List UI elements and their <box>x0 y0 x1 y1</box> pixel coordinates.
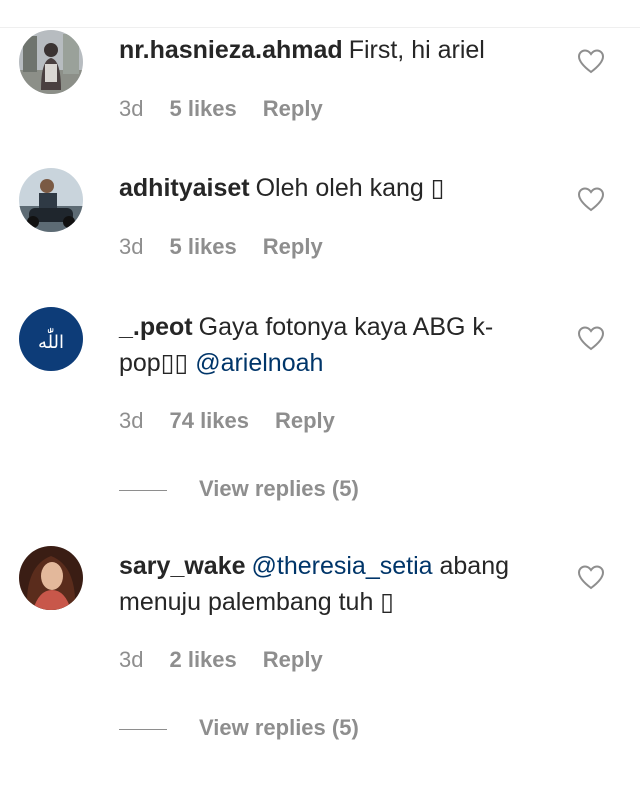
comment-mention[interactable]: @arielnoah <box>195 349 323 377</box>
reply-button[interactable]: Reply <box>263 96 323 121</box>
view-replies-line <box>119 489 167 491</box>
reply-button[interactable]: Reply <box>263 647 323 672</box>
comment-meta: 3d 2 likes Reply <box>119 647 349 673</box>
comment-time[interactable]: 3d <box>119 96 143 121</box>
heart-outline-icon[interactable] <box>577 564 605 590</box>
comment-username[interactable]: sary_wake <box>119 552 246 580</box>
comment-time[interactable]: 3d <box>119 234 143 259</box>
view-replies-line <box>119 728 167 730</box>
comment-time[interactable]: 3d <box>119 647 143 672</box>
comment-username[interactable]: nr.hasnieza.ahmad <box>119 36 343 64</box>
heart-outline-icon[interactable] <box>577 325 605 351</box>
comment-meta: 3d 5 likes Reply <box>119 234 349 260</box>
reply-button[interactable]: Reply <box>263 234 323 259</box>
view-replies-button[interactable]: View replies (5) <box>119 476 359 502</box>
avatar[interactable] <box>19 546 83 610</box>
comment-meta: 3d 74 likes Reply <box>119 408 361 434</box>
view-replies-label[interactable]: View replies (5) <box>199 715 359 740</box>
comment-body: adhityaiset Oleh oleh kang ▯ <box>119 170 549 206</box>
avatar[interactable] <box>19 168 83 232</box>
comment-likes[interactable]: 74 likes <box>169 408 249 433</box>
comment-likes[interactable]: 5 likes <box>169 234 236 259</box>
top-divider <box>0 27 640 28</box>
heart-outline-icon[interactable] <box>577 186 605 212</box>
comment-meta: 3d 5 likes Reply <box>119 96 349 122</box>
comment-username[interactable]: _.peot <box>119 313 193 341</box>
comment-mention[interactable]: @theresia_setia <box>252 552 433 580</box>
avatar[interactable]: اللّٰه <box>19 307 83 371</box>
comment-body: nr.hasnieza.ahmad First, hi ariel <box>119 32 549 68</box>
reply-button[interactable]: Reply <box>275 408 335 433</box>
comment-body: sary_wake @theresia_setia abang menuju pa… <box>119 548 549 620</box>
comment-text: First, hi ariel <box>348 36 485 64</box>
comment-likes[interactable]: 2 likes <box>169 647 236 672</box>
heart-outline-icon[interactable] <box>577 48 605 74</box>
comment-time[interactable]: 3d <box>119 408 143 433</box>
comment-body: _.peot Gaya fotonya kaya ABG k-pop▯▯ @ari… <box>119 309 549 381</box>
comment-text: Oleh oleh kang ▯ <box>255 174 445 202</box>
avatar[interactable] <box>19 30 83 94</box>
view-replies-label[interactable]: View replies (5) <box>199 476 359 501</box>
view-replies-button[interactable]: View replies (5) <box>119 715 359 741</box>
comment-username[interactable]: adhityaiset <box>119 174 250 202</box>
comment-likes[interactable]: 5 likes <box>169 96 236 121</box>
